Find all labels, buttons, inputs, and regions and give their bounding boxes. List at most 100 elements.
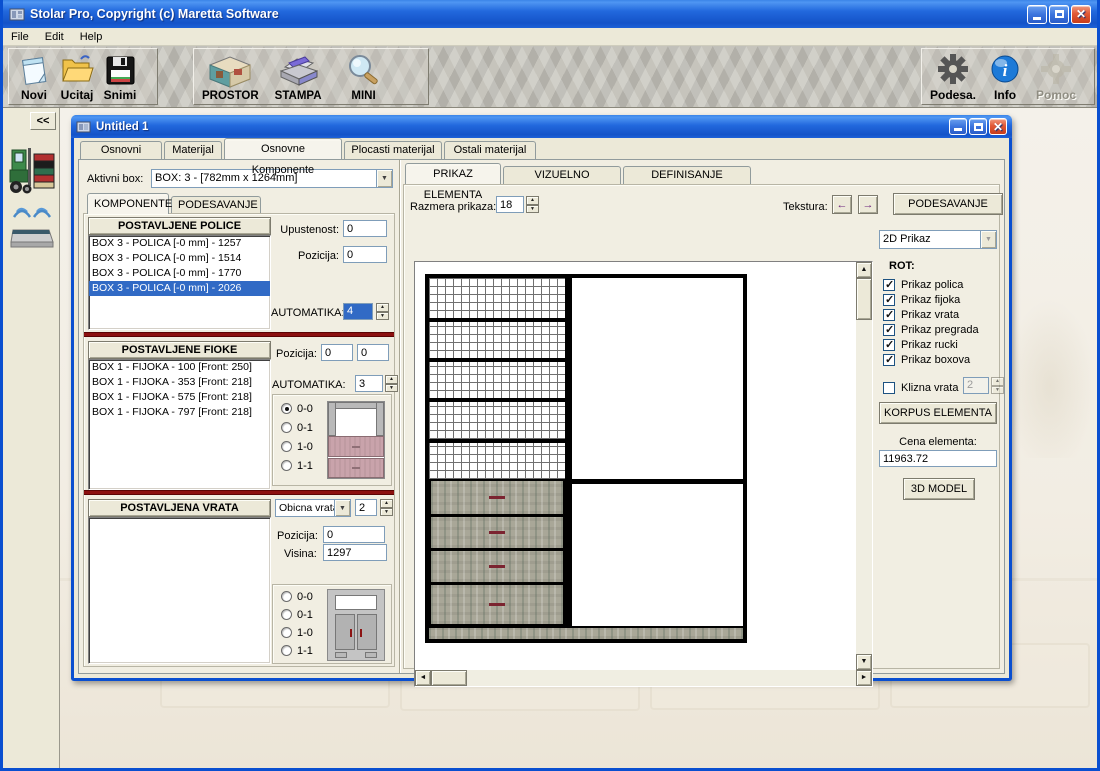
doc-close-button[interactable]: ✕ — [989, 118, 1007, 135]
checkbox-prikaz-polica[interactable] — [883, 279, 895, 291]
vrata-type-combobox[interactable]: Obicna vrata ▼ — [275, 499, 351, 517]
list-item[interactable]: BOX 3 - POLICA [-0 mm] - 1770 — [89, 266, 270, 281]
spinner-down-icon[interactable]: ▼ — [376, 312, 389, 321]
cena-field[interactable] — [879, 450, 997, 467]
list-item[interactable]: BOX 1 - FIJOKA - 353 [Front: 218] — [89, 375, 270, 390]
checkbox-klizna-vrata[interactable] — [883, 382, 895, 394]
list-item[interactable]: BOX 1 - FIJOKA - 575 [Front: 218] — [89, 390, 270, 405]
fioke-automatika-spinner[interactable]: ▲▼ — [385, 375, 398, 392]
menu-item-edit[interactable]: Edit — [37, 29, 72, 45]
list-item[interactable]: BOX 3 - POLICA [-0 mm] - 1257 — [89, 236, 270, 251]
doc-maximize-button[interactable] — [969, 118, 987, 135]
sidebar-collapse-button[interactable]: << — [30, 112, 56, 130]
new-button[interactable]: Novi — [13, 50, 55, 102]
doc-minimize-button[interactable] — [949, 118, 967, 135]
canvas-vertical-scrollbar[interactable]: ▲ ▼ — [856, 262, 872, 670]
maximize-button[interactable] — [1049, 5, 1069, 24]
vrata-header-button[interactable]: POSTAVLJENA VRATA — [88, 499, 271, 517]
radio-0-1[interactable] — [281, 609, 292, 620]
police-automatika-spinner[interactable]: ▲▼ — [376, 303, 389, 320]
scroll-left-icon[interactable]: ◄ — [415, 670, 431, 686]
spinner-up-icon[interactable]: ▲ — [380, 499, 393, 508]
tab-vizuelno-kreiranje[interactable]: VIZUELNO KREIRANJE — [503, 166, 621, 184]
spinner-up-icon[interactable]: ▲ — [376, 303, 389, 312]
model-3d-button[interactable]: 3D MODEL — [903, 478, 975, 500]
canvas-horizontal-scrollbar[interactable]: ◄ ► — [415, 670, 872, 686]
tab-podesavanje[interactable]: PODESAVANJE — [171, 196, 261, 214]
scroll-down-icon[interactable]: ▼ — [856, 654, 872, 670]
spinner-down-icon[interactable]: ▼ — [380, 508, 393, 517]
list-item[interactable]: BOX 1 - FIJOKA - 100 [Front: 250] — [89, 360, 270, 375]
police-header-button[interactable]: POSTAVLJENE POLICE — [88, 217, 271, 235]
view-mode-combobox[interactable]: 2D Prikaz ▼ — [879, 230, 997, 249]
chevron-down-icon[interactable]: ▼ — [376, 170, 392, 187]
spinner-up-icon[interactable]: ▲ — [526, 196, 539, 205]
scroll-up-icon[interactable]: ▲ — [856, 262, 872, 278]
chevron-down-icon[interactable]: ▼ — [980, 231, 996, 248]
upustenost-field[interactable] — [343, 220, 387, 237]
vrata-count-field[interactable] — [355, 499, 377, 516]
radio-1-0[interactable] — [281, 627, 292, 638]
tab-osnovni-podaci[interactable]: Osnovni podaci — [80, 141, 162, 159]
razmera-spinner[interactable]: ▲▼ — [526, 196, 539, 213]
checkbox-prikaz-vrata[interactable] — [883, 309, 895, 321]
spinner-up-icon[interactable]: ▲ — [385, 375, 398, 384]
list-item[interactable]: BOX 3 - POLICA [-0 mm] - 1514 — [89, 251, 270, 266]
list-item[interactable]: BOX 1 - FIJOKA - 797 [Front: 218] — [89, 405, 270, 420]
tab-ostali-materijal[interactable]: Ostali materijal — [444, 141, 536, 159]
razmera-field[interactable] — [496, 196, 524, 213]
checkbox-prikaz-fijoka[interactable] — [883, 294, 895, 306]
checkbox-prikaz-pregrada[interactable] — [883, 324, 895, 336]
chevron-down-icon[interactable]: ▼ — [334, 500, 350, 516]
vrata-count-spinner[interactable]: ▲▼ — [380, 499, 393, 516]
open-button[interactable]: Ucitaj — [55, 50, 99, 102]
spinner-down-icon[interactable]: ▼ — [526, 205, 539, 214]
police-listbox[interactable]: BOX 3 - POLICA [-0 mm] - 1257 BOX 3 - PO… — [88, 235, 271, 330]
tab-komponente[interactable]: KOMPONENTE — [87, 193, 169, 214]
radio-1-0[interactable] — [281, 441, 292, 452]
vertical-scroll-thumb[interactable] — [856, 278, 872, 320]
tab-plocasti-materijal[interactable]: Plocasti materijal — [344, 141, 442, 159]
forklift-icon[interactable] — [8, 140, 56, 198]
close-button[interactable]: ✕ — [1071, 5, 1091, 24]
save-button[interactable]: Snimi — [99, 50, 141, 102]
stampa-button[interactable]: STAMPA — [271, 50, 326, 102]
drawing-canvas[interactable]: ▲ ▼ ◄ ► — [414, 261, 873, 687]
visina-field[interactable] — [323, 544, 387, 561]
spinner-down-icon[interactable]: ▼ — [385, 384, 398, 393]
scroll-right-icon[interactable]: ► — [856, 670, 872, 686]
info-button[interactable]: i Info — [986, 50, 1024, 102]
prostor-button[interactable]: PROSTOR — [198, 50, 263, 102]
fioke-header-button[interactable]: POSTAVLJENE FIOKE — [88, 341, 271, 359]
scanner-icon[interactable] — [9, 206, 55, 252]
korpus-elementa-button[interactable]: KORPUS ELEMENTA — [879, 402, 997, 424]
fioke-pozicija-field-1[interactable] — [321, 344, 353, 361]
tab-definisanje-pregrada[interactable]: DEFINISANJE PREGRADA — [623, 166, 751, 184]
settings-button[interactable]: Podesa. — [926, 50, 980, 102]
fioke-pozicija-field-2[interactable] — [357, 344, 389, 361]
tab-prikaz-elementa[interactable]: PRIKAZ ELEMENTA — [405, 163, 501, 184]
radio-0-0[interactable] — [281, 403, 292, 414]
checkbox-prikaz-rucki[interactable] — [883, 339, 895, 351]
tekstura-prev-button[interactable]: ← — [832, 195, 852, 214]
radio-0-1[interactable] — [281, 422, 292, 433]
radio-0-0[interactable] — [281, 591, 292, 602]
fioke-automatika-field[interactable] — [355, 375, 383, 392]
horizontal-scroll-thumb[interactable] — [431, 670, 467, 686]
police-automatika-field[interactable]: 4 — [343, 303, 373, 320]
radio-1-1[interactable] — [281, 460, 292, 471]
checkbox-prikaz-boxova[interactable] — [883, 354, 895, 366]
podesavanje-button[interactable]: PODESAVANJE — [893, 193, 1003, 215]
tekstura-next-button[interactable]: → — [858, 195, 878, 214]
mini-button[interactable]: MINI — [340, 50, 388, 102]
tab-osnovne-komponente[interactable]: Osnovne Komponente — [224, 138, 342, 159]
menu-item-file[interactable]: File — [3, 29, 37, 45]
minimize-button[interactable] — [1027, 5, 1047, 24]
vrata-listbox[interactable] — [88, 517, 271, 664]
vrata-pozicija-field[interactable] — [323, 526, 385, 543]
fioke-listbox[interactable]: BOX 1 - FIJOKA - 100 [Front: 250] BOX 1 … — [88, 359, 271, 490]
menu-item-help[interactable]: Help — [72, 29, 111, 45]
list-item-selected[interactable]: BOX 3 - POLICA [-0 mm] - 2026 — [89, 281, 270, 296]
police-pozicija-field[interactable] — [343, 246, 387, 263]
tab-materijal[interactable]: Materijal — [164, 141, 222, 159]
